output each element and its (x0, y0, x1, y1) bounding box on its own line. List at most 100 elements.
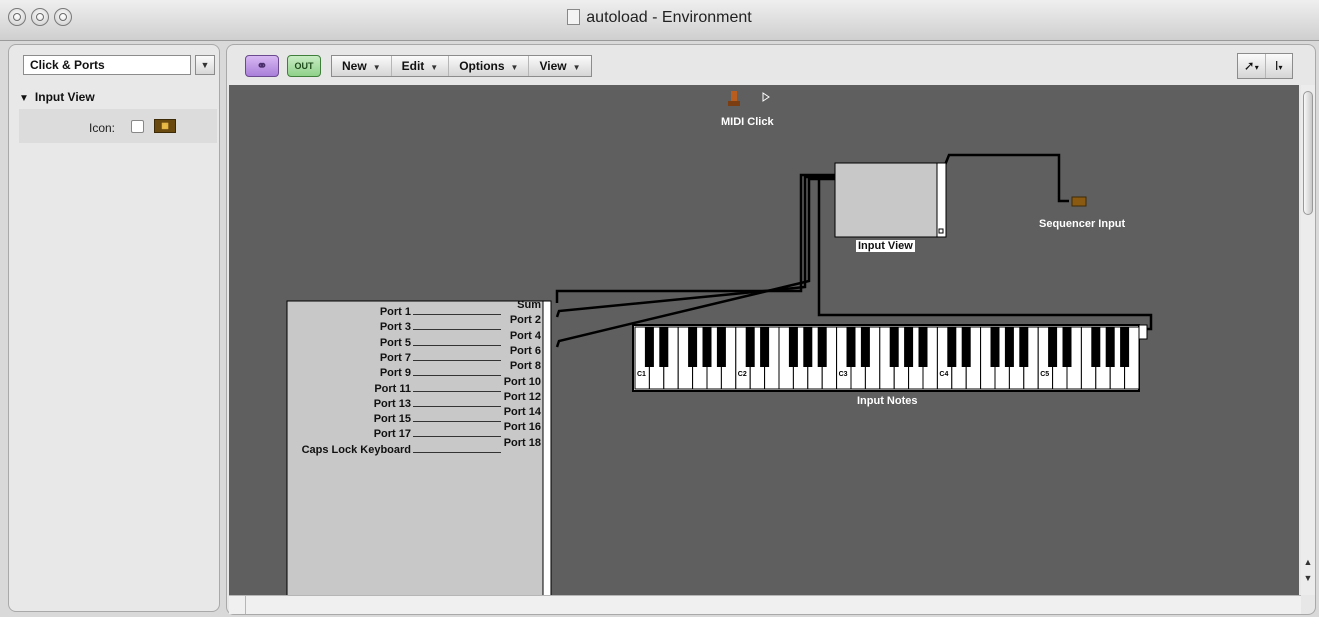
black-key[interactable] (1105, 327, 1115, 367)
cable-sequencer (943, 153, 1069, 203)
port-label: Port 7 (379, 351, 411, 364)
sequencer-input-icon[interactable] (1071, 196, 1087, 207)
environment-window: ⚭ OUT New ▼ Edit ▼ Options ▼ View ▼ ➚▾ I▾ (226, 44, 1316, 615)
octave-label: C2 (737, 371, 747, 378)
chevron-down-icon: ▼ (430, 63, 439, 72)
disclosure-triangle-icon: ▼ (19, 93, 29, 104)
port-label: Port 15 (373, 413, 411, 426)
black-key[interactable] (1120, 327, 1130, 367)
layer-dropdown-button[interactable]: ▼ (195, 55, 215, 75)
chevron-down-icon: ▼ (200, 60, 210, 70)
vertical-scroll-thumb[interactable] (1303, 91, 1313, 215)
port-connector-line (413, 390, 501, 392)
inspector-section-header[interactable]: ▼ Input View (19, 87, 219, 107)
black-key[interactable] (745, 327, 755, 367)
window-title: autoload - Environment (0, 9, 1319, 27)
physical-input-outlets (542, 300, 552, 595)
port-label: Port 11 (374, 382, 411, 395)
midi-click-icon (731, 91, 737, 101)
port-label: Port 13 (373, 397, 411, 410)
port-label: Port 4 (509, 329, 541, 342)
input-notes-label: Input Notes (857, 395, 918, 407)
octave-label: C4 (939, 371, 949, 378)
midi-click-object[interactable] (728, 91, 770, 106)
octave-label: C1 (637, 371, 646, 378)
menu-options[interactable]: Options ▼ (449, 56, 530, 76)
black-key[interactable] (846, 327, 856, 367)
midi-out-label: OUT (294, 61, 314, 71)
octave-label: C5 (1040, 371, 1050, 378)
inspector-panel: Click & Ports ▼ ▼ Input View Icon: ▦ (8, 44, 220, 612)
port-connector-line (413, 451, 501, 453)
octave-label: C3 (838, 371, 848, 378)
black-key[interactable] (889, 327, 899, 367)
tool-selector: ➚▾ I▾ (1237, 53, 1293, 79)
menu-edit[interactable]: Edit ▼ (392, 56, 450, 76)
toolbar: ⚭ OUT New ▼ Edit ▼ Options ▼ View ▼ ➚▾ I▾ (227, 45, 1315, 85)
outlet-icon (762, 92, 770, 102)
port-connector-line (413, 359, 501, 361)
keyboard-outlets (1138, 324, 1148, 340)
text-cursor-tool-icon[interactable]: I▾ (1266, 54, 1293, 78)
black-key[interactable] (947, 327, 957, 367)
black-key[interactable] (860, 327, 870, 367)
black-key[interactable] (803, 327, 813, 367)
link-button[interactable]: ⚭ (245, 55, 279, 77)
input-view-object[interactable] (834, 162, 947, 238)
port-label: Port 6 (509, 344, 541, 357)
black-key[interactable] (659, 327, 669, 367)
black-key[interactable] (817, 327, 827, 367)
black-key[interactable] (1004, 327, 1014, 367)
black-key[interactable] (1048, 327, 1058, 367)
black-key[interactable] (918, 327, 928, 367)
pointer-tool-icon[interactable]: ➚▾ (1238, 54, 1266, 78)
midi-click-base (728, 101, 740, 106)
port-connector-line (413, 344, 501, 346)
port-connector-line (413, 375, 501, 377)
black-key[interactable] (1091, 327, 1101, 367)
port-label: Port 3 (379, 321, 411, 334)
icon-checkbox[interactable] (131, 120, 144, 133)
port-connector-line (413, 329, 501, 331)
black-key[interactable] (961, 327, 971, 367)
port-connector-line (413, 421, 501, 423)
sequencer-input-label: Sequencer Input (1039, 218, 1126, 230)
document-icon (567, 9, 581, 25)
scroll-down-arrow-icon[interactable]: ▼ (1301, 571, 1315, 585)
port-label: Port 9 (379, 367, 411, 380)
horizontal-scroll-left[interactable] (229, 596, 246, 614)
input-view-box (834, 162, 938, 238)
keyboard-object[interactable] (632, 324, 1148, 392)
black-key[interactable] (990, 327, 1000, 367)
chevron-down-icon: ▼ (572, 63, 581, 72)
black-key[interactable] (788, 327, 798, 367)
menu-new[interactable]: New ▼ (332, 56, 392, 76)
black-key[interactable] (1062, 327, 1072, 367)
black-key[interactable] (716, 327, 726, 367)
midi-click-label: MIDI Click (721, 116, 774, 128)
inspector-section-body: Icon: ▦ (19, 109, 217, 143)
cable-port2 (555, 175, 835, 318)
link-icon: ⚭ (256, 58, 268, 73)
vertical-scrollbar[interactable]: ▲ ▼ (1301, 85, 1315, 595)
midi-out-button[interactable]: OUT (287, 55, 321, 77)
input-view-label: Input View (856, 240, 915, 252)
chevron-down-icon: ▼ (510, 63, 519, 72)
black-key[interactable] (702, 327, 712, 367)
port-label: Sum (517, 299, 541, 311)
keyboard-keys (634, 326, 1140, 390)
black-key[interactable] (644, 327, 654, 367)
port-label: Port 14 (503, 406, 541, 419)
black-key[interactable] (904, 327, 914, 367)
horizontal-scrollbar[interactable] (229, 595, 1301, 614)
port-connector-line (413, 405, 501, 407)
black-key[interactable] (688, 327, 698, 367)
black-key[interactable] (760, 327, 770, 367)
environment-canvas[interactable]: MIDI Click Sequencer Input Input View In… (229, 85, 1299, 595)
object-icon-thumbnail[interactable]: ▦ (154, 119, 176, 133)
port-label: Port 8 (509, 360, 541, 373)
layer-select[interactable]: Click & Ports (23, 55, 191, 75)
scroll-up-arrow-icon[interactable]: ▲ (1301, 555, 1315, 569)
black-key[interactable] (1019, 327, 1029, 367)
menu-view[interactable]: View ▼ (529, 56, 590, 76)
